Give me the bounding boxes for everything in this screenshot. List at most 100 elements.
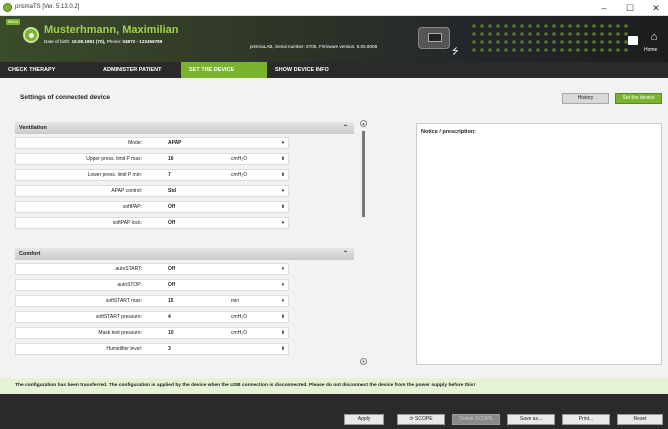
setting-row-apap-control: APAP control: Std ▾ (15, 185, 289, 197)
scroll-up-icon[interactable]: ▲ (360, 120, 367, 127)
setting-row-p-min: Lower press. limit P min: 7 cmH₂O ⬍ (15, 169, 289, 181)
device-info: prismaLAB, Serial number: 6705, Firmware… (250, 44, 378, 49)
setting-label: autoSTOP: (117, 282, 142, 288)
setting-unit: cmH₂O (231, 330, 248, 336)
stepper-icon[interactable]: ⬍ (278, 202, 288, 212)
home-label[interactable]: Home (644, 47, 657, 53)
status-message: The configuration has been transferred. … (15, 383, 476, 388)
setting-label: Mask test pressure: (98, 330, 142, 336)
setting-value: Off (168, 266, 176, 272)
save-as-button[interactable]: Save as... (507, 414, 555, 425)
stepper-icon[interactable]: ⬍ (278, 344, 288, 354)
decorative-dots (470, 22, 630, 56)
dropdown-icon[interactable]: ▾ (278, 186, 288, 196)
setting-value: Off (168, 282, 176, 288)
setting-label: softSTART pressure: (95, 314, 142, 320)
window-title: prismaTS [Ver. 5.13.0.2] (15, 4, 80, 10)
patient-name: Musterhmann, Maximilian (44, 24, 179, 36)
collapse-icon[interactable]: ⌃ (343, 248, 348, 260)
dob-label: Date of birth: (44, 39, 71, 44)
set-device-button[interactable]: Set the device (615, 93, 662, 104)
setting-label: Lower press. limit P min: (87, 172, 142, 178)
tab-check-therapy[interactable]: CHECK THERAPY (0, 62, 95, 78)
setting-label: Mode: (128, 140, 142, 146)
setting-value: Off (168, 204, 176, 210)
stepper-icon[interactable]: ⬍ (278, 312, 288, 322)
setting-row-p-max: Upper press. limit P max: 16 cmH₂O ⬍ (15, 153, 289, 165)
reset-button[interactable]: Reset (617, 414, 663, 425)
patient-info: Date of birth: 19.08.1951 (70), Phone: 0… (44, 39, 162, 44)
dropdown-icon[interactable]: ▾ (278, 218, 288, 228)
dropdown-icon[interactable]: ▾ (278, 296, 288, 306)
setting-row-mode: Mode: APAP ▾ (15, 137, 289, 149)
setting-row-autostop: autoSTOP: Off ▾ (15, 279, 289, 291)
setting-value: APAP (168, 140, 182, 146)
settings-scrollbar[interactable]: ▲ ▼ (360, 120, 367, 365)
scope-button[interactable]: ⟳ SCOPE (397, 414, 445, 425)
close-button[interactable]: ✕ (646, 2, 666, 14)
tab-set-the-device[interactable]: SET THE DEVICE (181, 62, 267, 78)
setting-row-humidifier: Humidifier level: 3 ⬍ (15, 343, 289, 355)
apply-button[interactable]: Apply (344, 414, 384, 425)
setting-label: softSTART max: (105, 298, 142, 304)
dropdown-icon[interactable]: ▾ (278, 264, 288, 274)
print-button[interactable]: Print... (562, 414, 610, 425)
stepper-icon[interactable]: ⬍ (278, 154, 288, 164)
setting-row-softpap-lock: softPAP lock: Off ▾ (15, 217, 289, 229)
app-logo-icon (3, 3, 12, 12)
dropdown-icon[interactable]: ▾ (278, 138, 288, 148)
tab-bar: CHECK THERAPY ADMINISTER PATIENT SET THE… (0, 62, 668, 78)
setting-unit: cmH₂O (231, 156, 248, 162)
setting-value: 16 (168, 156, 174, 162)
setting-row-softpap: softPAP: Off ⬍ (15, 201, 289, 213)
group-title: Comfort (19, 251, 41, 257)
setting-row-mask-test: Mask test pressure: 10 cmH₂O ⬍ (15, 327, 289, 339)
setting-unit: cmH₂O (231, 314, 248, 320)
collapse-icon[interactable]: ⌃ (343, 122, 348, 134)
dropdown-icon[interactable]: ▾ (278, 280, 288, 290)
delete-scope-button[interactable]: Delete SCOPE (452, 414, 500, 425)
window-titlebar: prismaTS [Ver. 5.13.0.2] – ☐ ✕ (0, 0, 668, 16)
notice-panel[interactable]: Notice / prescription: (416, 123, 662, 365)
setting-unit: min (231, 298, 240, 304)
minimize-button[interactable]: – (594, 2, 614, 14)
group-header-comfort[interactable]: Comfort ⌃ (15, 248, 354, 260)
save-icon[interactable] (628, 36, 638, 45)
stepper-icon[interactable]: ⬍ (278, 328, 288, 338)
device-image-icon (418, 27, 450, 49)
patient-avatar-icon[interactable] (23, 27, 39, 43)
home-icon[interactable]: ⌂ (646, 31, 662, 43)
scroll-down-icon[interactable]: ▼ (360, 358, 367, 365)
dob-value: 19.08.1951 (70), (71, 39, 106, 44)
setting-row-softstart-pressure: softSTART pressure: 4 cmH₂O ⬍ (15, 311, 289, 323)
setting-row-autostart: autoSTART: Off ▾ (15, 263, 289, 275)
notice-label: Notice / prescription: (421, 129, 477, 135)
history-button[interactable]: History (562, 93, 609, 104)
setting-row-softstart-max: softSTART max: 15 min ▾ (15, 295, 289, 307)
status-message-bar: The configuration has been transferred. … (0, 378, 668, 394)
setting-label: APAP control: (111, 188, 142, 194)
group-header-ventilation[interactable]: Ventilation ⌃ (15, 122, 354, 134)
tab-administer-patient[interactable]: ADMINISTER PATIENT (95, 62, 181, 78)
scroll-thumb[interactable] (362, 131, 365, 217)
stepper-icon[interactable]: ⬍ (278, 170, 288, 180)
menu-button[interactable]: Menu (6, 19, 20, 25)
setting-label: autoSTART: (115, 266, 143, 272)
group-title: Ventilation (19, 125, 47, 131)
setting-label: softPAP lock: (112, 220, 142, 226)
setting-value: 15 (168, 298, 174, 304)
tab-show-device-info[interactable]: SHOW DEVICE INFO (267, 62, 353, 78)
phone-label: Phone: (106, 39, 122, 44)
page-title: Settings of connected device (20, 94, 110, 101)
setting-label: softPAP: (122, 204, 142, 210)
setting-value: 3 (168, 346, 171, 352)
maximize-button[interactable]: ☐ (620, 2, 640, 14)
setting-value: Std (168, 188, 177, 194)
scope-label: SCOPE (415, 416, 433, 422)
setting-value: 4 (168, 314, 171, 320)
setting-label: Humidifier level: (106, 346, 142, 352)
phone-value: 04872 - 123456789 (122, 39, 163, 44)
setting-label: Upper press. limit P max: (86, 156, 142, 162)
setting-unit: cmH₂O (231, 172, 248, 178)
setting-value: 10 (168, 330, 174, 336)
